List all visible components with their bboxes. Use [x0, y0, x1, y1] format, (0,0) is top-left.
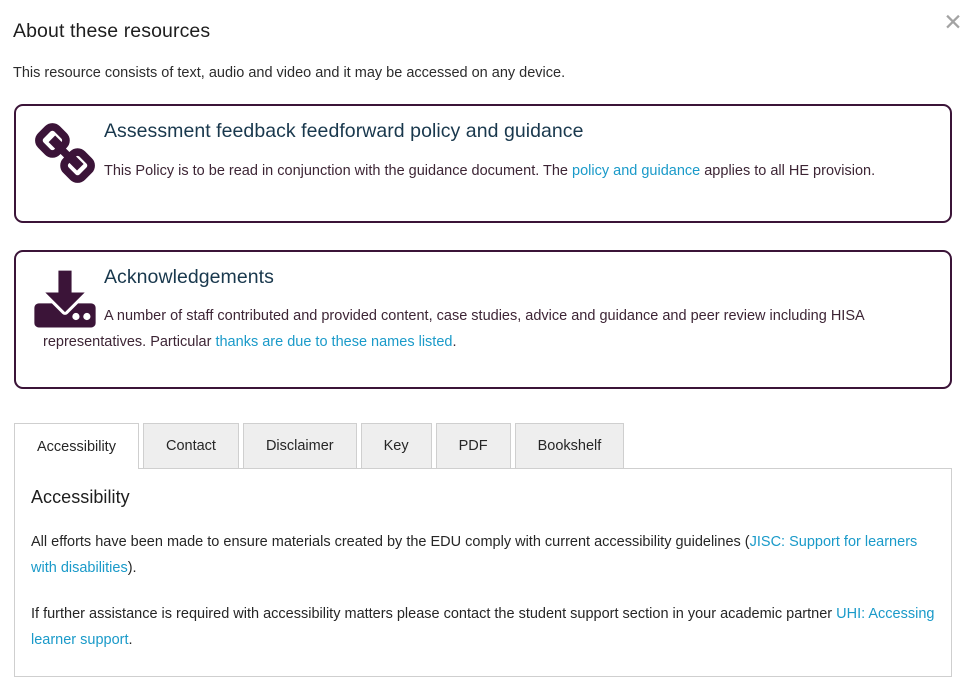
card-body: Assessment feedback feedforward policy a… [104, 118, 936, 184]
card-text-after: . [452, 334, 457, 350]
card-body: Acknowledgements A number of staff contr… [43, 264, 936, 355]
card-text-after: applies to all HE provision. [700, 163, 876, 179]
card-title: Assessment feedback feedforward policy a… [104, 120, 584, 142]
thanks-names-listed-link[interactable]: thanks are due to these names listed [215, 334, 452, 350]
card-title: Acknowledgements [104, 266, 274, 288]
tab-disclaimer[interactable]: Disclaimer [242, 423, 357, 468]
resource-card-policy: Assessment feedback feedforward policy a… [14, 104, 952, 223]
close-icon[interactable]: ✕ [938, 7, 968, 37]
card-text: A number of staff contributed and provid… [43, 303, 936, 355]
tab-key[interactable]: Key [360, 423, 432, 468]
panel-paragraph-2: If further assistance is required with a… [31, 601, 935, 653]
policy-and-guidance-link[interactable]: policy and guidance [572, 163, 700, 179]
about-these-resources-dialog: About these resources ✕ This resource co… [0, 0, 976, 692]
page-title: About these resources [13, 20, 211, 42]
intro-text: This resource consists of text, audio an… [13, 65, 566, 81]
resource-card-acknowledgements: Acknowledgements A number of staff contr… [14, 250, 952, 389]
panel-title: Accessibility [31, 487, 130, 507]
card-text-before: This Policy is to be read in conjunction… [104, 163, 573, 179]
chain-link-icon [30, 118, 100, 188]
panel-p2-after: . [128, 632, 133, 648]
tab-contact[interactable]: Contact [142, 423, 239, 468]
tab-strip: Accessibility Contact Disclaimer Key PDF… [14, 423, 952, 469]
tab-panel-accessibility: Accessibility All efforts have been made… [14, 468, 952, 677]
panel-p1-after: ). [127, 560, 137, 576]
card-text: This Policy is to be read in conjunction… [104, 158, 936, 184]
tab-accessibility[interactable]: Accessibility [14, 423, 139, 469]
panel-paragraph-1: All efforts have been made to ensure mat… [31, 529, 935, 581]
tabs-container: Accessibility Contact Disclaimer Key PDF… [14, 423, 952, 677]
panel-p2-before: If further assistance is required with a… [31, 606, 837, 622]
tab-bookshelf[interactable]: Bookshelf [514, 423, 625, 468]
tab-pdf[interactable]: PDF [435, 423, 511, 468]
panel-p1-before: All efforts have been made to ensure mat… [31, 534, 750, 550]
